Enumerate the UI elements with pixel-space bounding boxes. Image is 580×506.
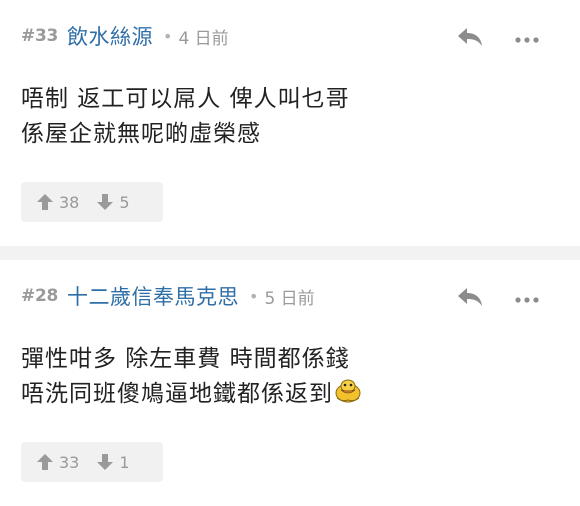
meta-separator: • (163, 26, 173, 46)
downvote-button[interactable]: 5 (95, 182, 130, 222)
meta-separator: • (249, 286, 259, 306)
arrow-down-icon (97, 194, 114, 210)
upvote-button[interactable]: 33 (35, 442, 79, 482)
arrow-down-icon (97, 454, 114, 470)
username-link[interactable]: 十二歲信奉馬克思 (67, 281, 239, 311)
post-content: 彈性咁多 除左車費 時間都係錢 唔洗同班傻鳩逼地鐵都係返到 (21, 342, 362, 412)
downvote-button[interactable]: 1 (95, 442, 130, 482)
vote-bar: 33 1 (21, 442, 163, 482)
content-line: 彈性咁多 除左車費 時間都係錢 (21, 346, 350, 372)
arrow-up-icon (37, 454, 53, 470)
post-time: 5 日前 (264, 288, 315, 309)
more-dots-icon[interactable] (512, 291, 542, 303)
reply-icon[interactable] (455, 26, 485, 48)
vote-bar: 38 5 (21, 182, 163, 222)
content-line: 唔洗同班傻鳩逼地鐵都係返到 (21, 381, 333, 407)
upvote-button[interactable]: 38 (35, 182, 79, 222)
floor-number: #28 (21, 286, 59, 306)
post-content: 唔制 返工可以屌人 俾人叫乜哥 係屋企就無呢啲虛榮感 (21, 82, 350, 152)
arrow-up-icon (37, 194, 53, 210)
downvote-count: 5 (119, 192, 130, 212)
post-28: #28 十二歲信奉馬克思 • 5 日前 彈性咁多 除左車費 時間都係錢 唔洗同班… (0, 260, 580, 506)
upvote-count: 33 (59, 452, 80, 472)
duck-emoji-icon (335, 379, 361, 403)
upvote-count: 38 (59, 192, 80, 212)
reply-icon[interactable] (455, 286, 485, 308)
downvote-count: 1 (119, 452, 130, 472)
more-dots-icon[interactable] (512, 31, 542, 43)
post-header: #28 十二歲信奉馬克思 • 5 日前 (21, 280, 315, 312)
content-line: 唔制 返工可以屌人 俾人叫乜哥 (21, 86, 350, 112)
post-33: #33 飲水絲源 • 4 日前 唔制 返工可以屌人 俾人叫乜哥 係屋企就無呢啲虛… (0, 0, 580, 246)
username-link[interactable]: 飲水絲源 (67, 21, 153, 51)
floor-number: #33 (21, 26, 59, 46)
post-time: 4 日前 (178, 28, 229, 49)
content-line: 係屋企就無呢啲虛榮感 (21, 121, 261, 147)
post-divider (0, 246, 580, 260)
content-line-with-emoji: 唔洗同班傻鳩逼地鐵都係返到 (21, 377, 362, 412)
post-header: #33 飲水絲源 • 4 日前 (21, 20, 229, 52)
